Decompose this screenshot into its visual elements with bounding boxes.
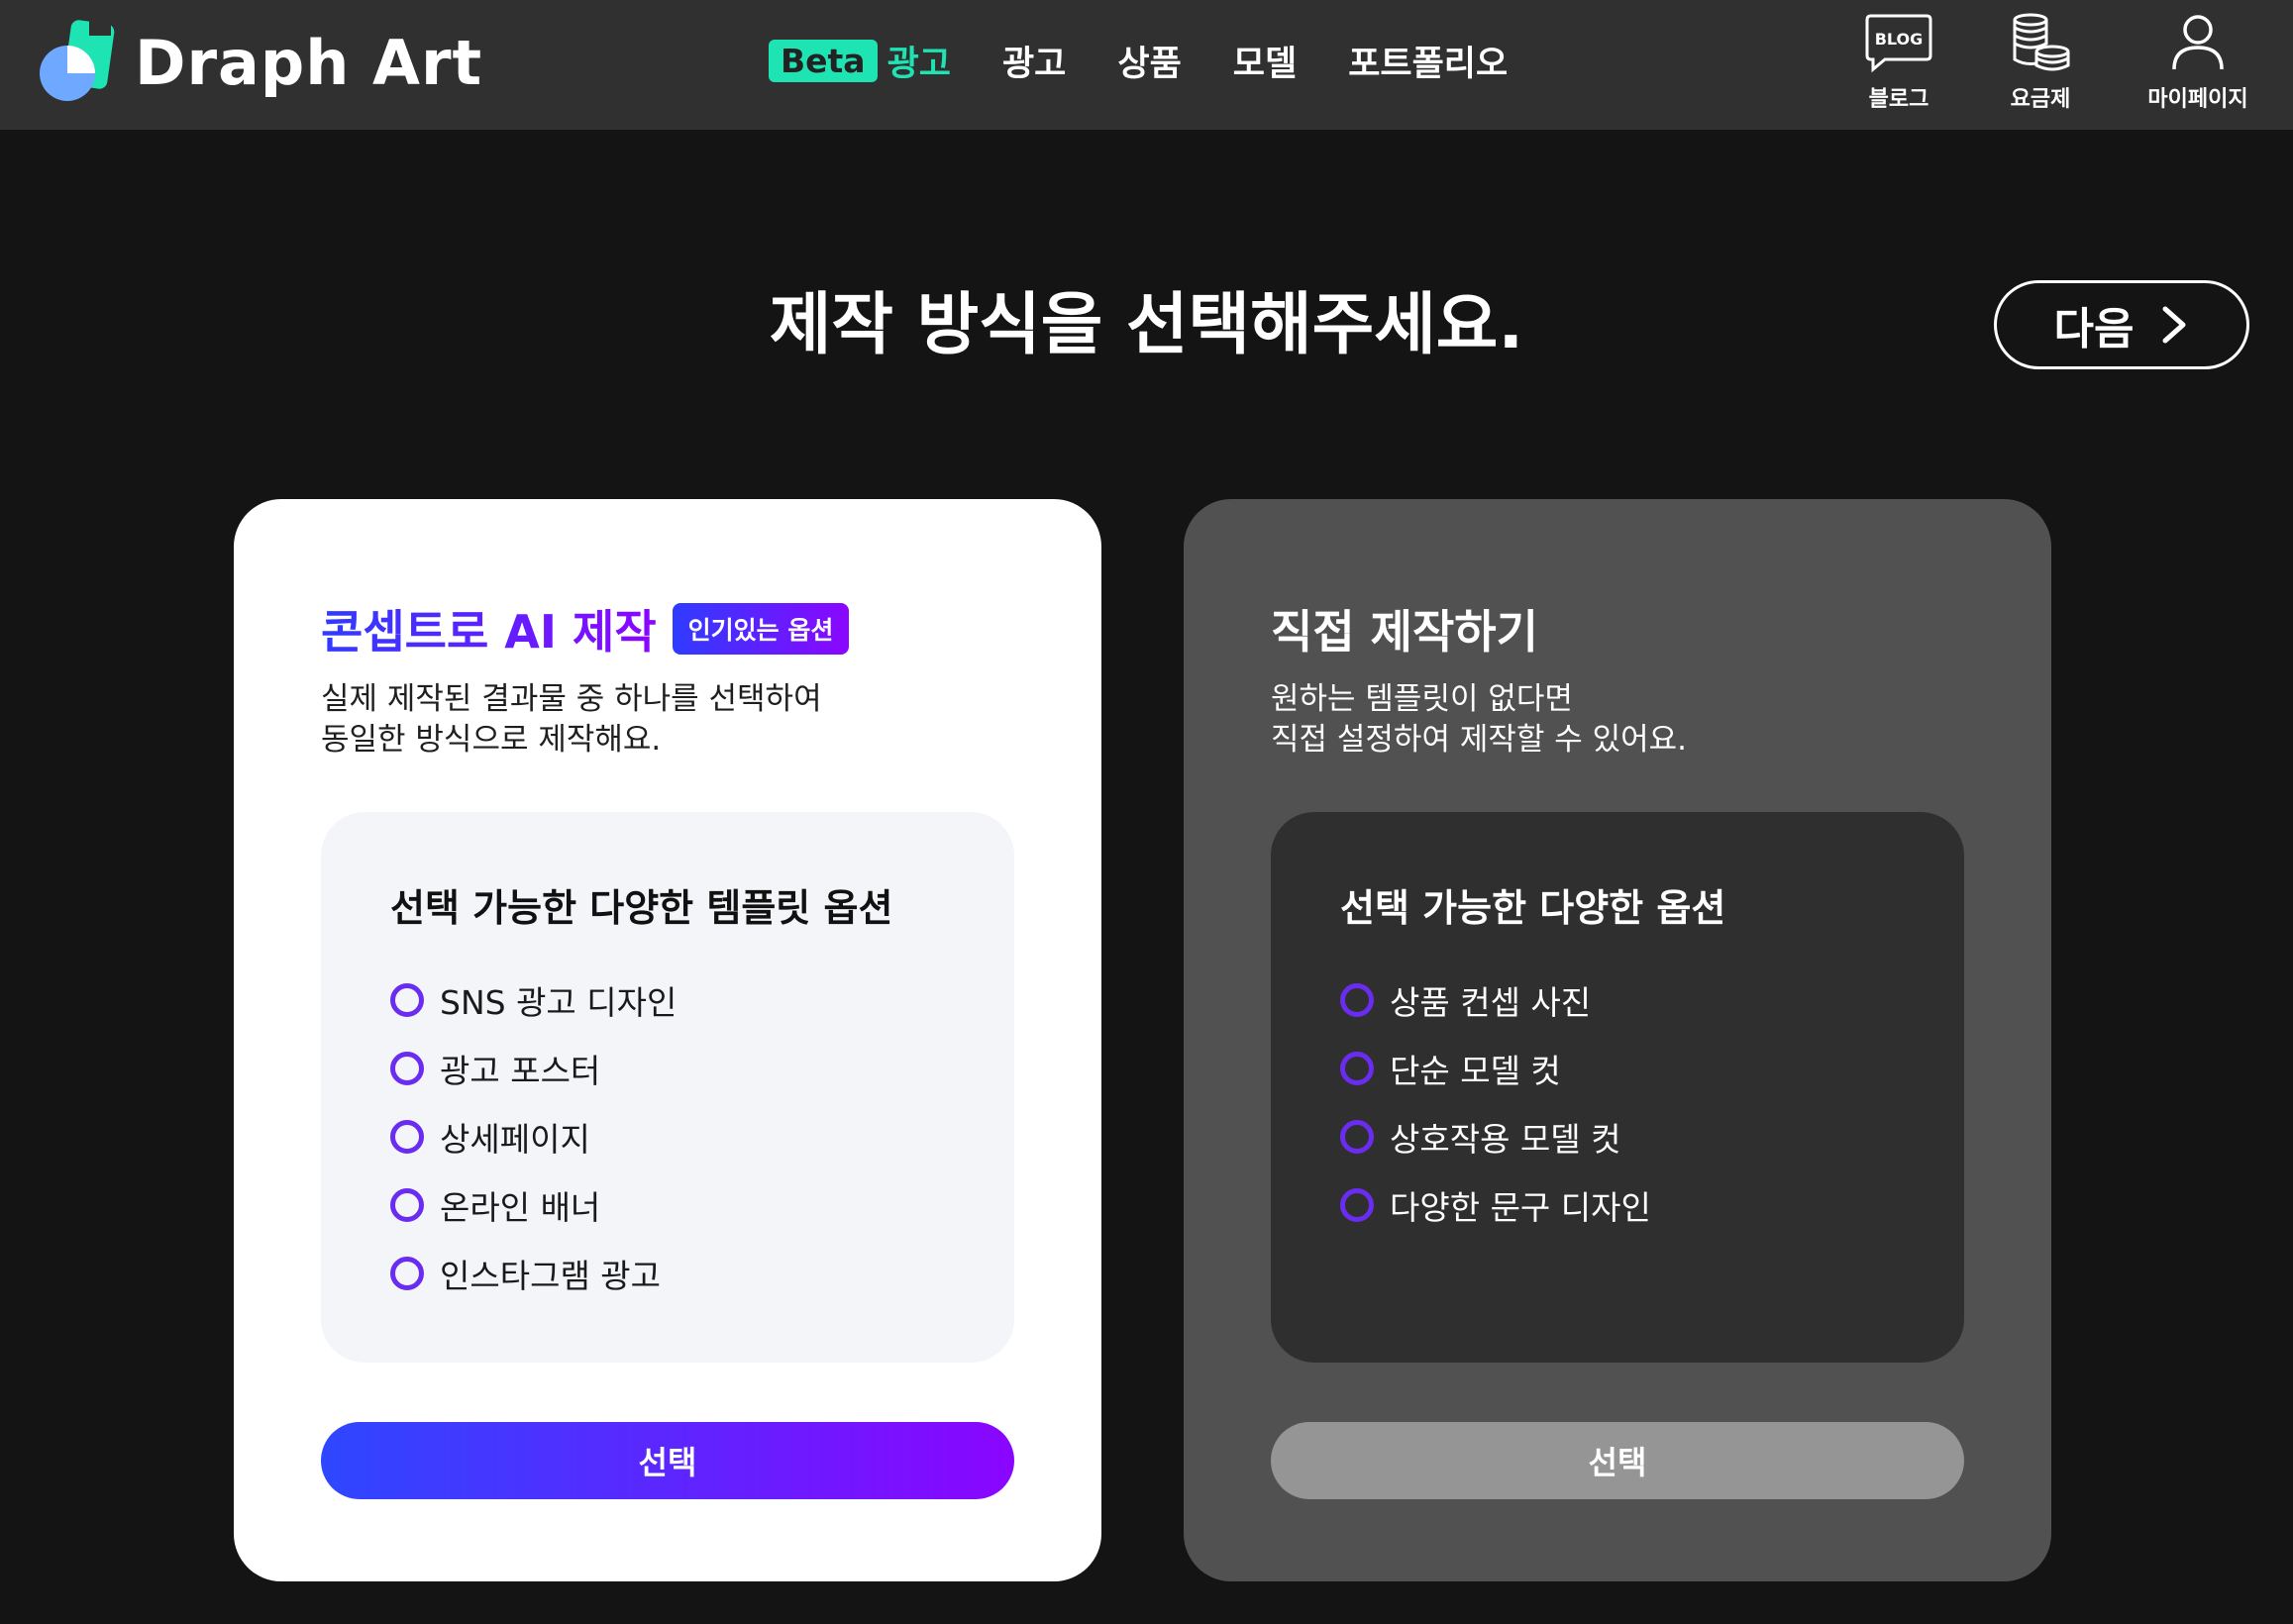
radio-circle-icon <box>390 982 424 1017</box>
nav-item-models[interactable]: 모델 <box>1233 36 1297 86</box>
draph-logo-icon <box>40 20 115 101</box>
mypage-link[interactable]: 마이페이지 <box>2124 12 2272 116</box>
card-header: 직접 제작하기 <box>1271 594 1538 663</box>
pricing-label: 요금제 <box>2010 87 2071 112</box>
option-item: 인스타그램 광고 <box>390 1239 1014 1307</box>
blog-link[interactable]: BLOG 블로그 <box>1824 12 1973 116</box>
next-button[interactable]: 다음 <box>1994 280 2249 369</box>
radio-circle-icon <box>390 1256 424 1290</box>
logo[interactable]: Draph Art <box>34 20 482 105</box>
option-label: 인스타그램 광고 <box>440 1256 662 1295</box>
next-button-label: 다음 <box>2053 304 2135 355</box>
option-label: 단순 모델 컷 <box>1390 1051 1561 1090</box>
card-title: 직접 제작하기 <box>1271 605 1538 659</box>
logo-text: Draph Art <box>135 26 483 99</box>
options-box: 선택 가능한 다양한 옵션 상품 컨셉 사진 단순 모델 컷 상호작용 모델 컷… <box>1271 812 1964 1363</box>
card-description: 원하는 템플릿이 없다면 직접 설정하여 제작할 수 있어요. <box>1271 679 1687 761</box>
svg-text:BLOG: BLOG <box>1875 30 1924 49</box>
mypage-label: 마이페이지 <box>2147 87 2248 112</box>
radio-circle-icon <box>1340 1119 1374 1154</box>
radio-circle-icon <box>1340 1051 1374 1085</box>
pricing-link[interactable]: 요금제 <box>1966 12 2115 116</box>
main-nav: Beta 광고 광고 상품 모델 포트폴리오 <box>769 34 1559 87</box>
option-label: 상세페이지 <box>440 1119 590 1159</box>
blog-icon: BLOG <box>1865 14 1932 73</box>
card-title: 콘셉트로 AI 제작 <box>321 596 657 661</box>
option-item: 상품 컨셉 사진 <box>1340 965 1964 1034</box>
option-label: 상품 컨셉 사진 <box>1390 982 1592 1022</box>
nav-item-ads[interactable]: 광고 <box>1002 36 1066 86</box>
top-navigation-bar: Draph Art Beta 광고 광고 상품 모델 포트폴리오 BLOG 블로… <box>0 0 2293 130</box>
option-label: 광고 포스터 <box>440 1051 601 1090</box>
radio-circle-icon <box>1340 1187 1374 1222</box>
coins-icon <box>2013 13 2070 71</box>
select-direct-create-button[interactable]: 선택 <box>1271 1422 1964 1499</box>
popular-badge: 인기있는 옵션 <box>672 603 850 655</box>
concept-ai-card[interactable]: 콘셉트로 AI 제작 인기있는 옵션 실제 제작된 결과물 중 하나를 선택하여… <box>234 499 1101 1581</box>
option-item: 광고 포스터 <box>390 1034 1014 1102</box>
blog-label: 블로그 <box>1868 87 1929 112</box>
option-item: 상호작용 모델 컷 <box>1340 1102 1964 1170</box>
option-label: 다양한 문구 디자인 <box>1390 1187 1651 1227</box>
card-header: 콘셉트로 AI 제작 인기있는 옵션 <box>321 594 850 663</box>
option-item: SNS 광고 디자인 <box>390 965 1014 1034</box>
options-title: 선택 가능한 다양한 옵션 <box>1340 886 1726 930</box>
template-options-box: 선택 가능한 다양한 템플릿 옵션 SNS 광고 디자인 광고 포스터 상세페이… <box>321 812 1014 1363</box>
card-description-line: 직접 설정하여 제작할 수 있어요. <box>1271 722 1688 758</box>
nav-item-portfolio[interactable]: 포트폴리오 <box>1348 36 1508 86</box>
select-concept-ai-button[interactable]: 선택 <box>321 1422 1014 1499</box>
nav-item-products[interactable]: 상품 <box>1117 36 1181 86</box>
card-description: 실제 제작된 결과물 중 하나를 선택하여 동일한 방식으로 제작해요. <box>321 679 822 761</box>
user-icon <box>2172 15 2224 70</box>
nav-item-beta-ads[interactable]: Beta 광고 <box>769 36 951 86</box>
card-description-line: 원하는 템플릿이 없다면 <box>1271 681 1573 717</box>
card-description-line: 동일한 방식으로 제작해요. <box>321 722 662 758</box>
radio-circle-icon <box>390 1119 424 1154</box>
option-item: 상세페이지 <box>390 1102 1014 1170</box>
radio-circle-icon <box>1340 982 1374 1017</box>
option-item: 단순 모델 컷 <box>1340 1034 1964 1102</box>
radio-circle-icon <box>390 1187 424 1222</box>
option-item: 온라인 배너 <box>390 1170 1014 1239</box>
beta-badge: Beta <box>769 39 878 82</box>
direct-create-card[interactable]: 직접 제작하기 원하는 템플릿이 없다면 직접 설정하여 제작할 수 있어요. … <box>1184 499 2051 1581</box>
options-title: 선택 가능한 다양한 템플릿 옵션 <box>390 886 893 930</box>
nav-item-label: 광고 <box>886 44 951 84</box>
card-description-line: 실제 제작된 결과물 중 하나를 선택하여 <box>321 681 822 717</box>
page-title: 제작 방식을 선택해주세요. <box>769 286 1524 364</box>
chevron-right-icon <box>2162 306 2186 344</box>
option-label: 상호작용 모델 컷 <box>1390 1119 1621 1159</box>
option-label: 온라인 배너 <box>440 1187 601 1227</box>
radio-circle-icon <box>390 1051 424 1085</box>
option-item: 다양한 문구 디자인 <box>1340 1170 1964 1239</box>
option-label: SNS 광고 디자인 <box>440 982 677 1022</box>
